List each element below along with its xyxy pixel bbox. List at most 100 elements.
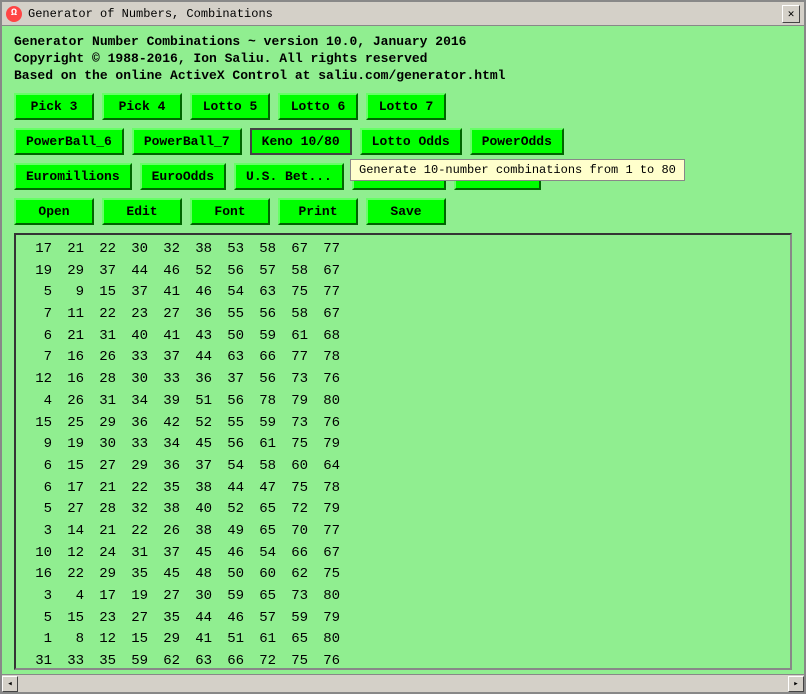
header-section: Generator Number Combinations ~ version … [2, 26, 804, 89]
lotto7-button[interactable]: Lotto 7 [366, 93, 446, 120]
powerball6-button[interactable]: PowerBall_6 [14, 128, 124, 155]
number-cell: 59 [280, 608, 312, 630]
number-cell: 38 [152, 499, 184, 521]
number-cell: 35 [152, 608, 184, 630]
number-cell: 57 [248, 608, 280, 630]
number-cell: 15 [56, 608, 88, 630]
number-cell: 58 [248, 456, 280, 478]
number-cell: 45 [184, 543, 216, 565]
pick3-button[interactable]: Pick 3 [14, 93, 94, 120]
number-cell: 54 [216, 456, 248, 478]
number-cell: 60 [280, 456, 312, 478]
number-cell: 31 [88, 391, 120, 413]
number-cell: 68 [312, 326, 344, 348]
font-button[interactable]: Font [190, 198, 270, 225]
number-cell: 22 [120, 521, 152, 543]
number-cell: 4 [24, 391, 56, 413]
save-button[interactable]: Save [366, 198, 446, 225]
powerball7-button[interactable]: PowerBall_7 [132, 128, 242, 155]
number-cell: 79 [312, 499, 344, 521]
number-cell: 78 [312, 347, 344, 369]
number-cell: 78 [248, 391, 280, 413]
number-cell: 41 [152, 282, 184, 304]
number-cell: 5 [24, 499, 56, 521]
button-row-1: Pick 3 Pick 4 Lotto 5 Lotto 6 Lotto 7 [2, 89, 804, 124]
edit-button[interactable]: Edit [102, 198, 182, 225]
scroll-right-button[interactable]: ▸ [788, 676, 804, 692]
number-cell: 37 [120, 282, 152, 304]
number-cell: 48 [184, 564, 216, 586]
table-row: 9193033344556617579 [24, 434, 782, 456]
number-cell: 80 [312, 391, 344, 413]
close-button[interactable]: ✕ [782, 5, 800, 23]
number-cell: 6 [24, 478, 56, 500]
lottoodds-button[interactable]: Lotto Odds [360, 128, 462, 155]
pick4-button[interactable]: Pick 4 [102, 93, 182, 120]
number-cell: 59 [248, 413, 280, 435]
number-cell: 22 [56, 564, 88, 586]
table-row: 15252936425255597376 [24, 413, 782, 435]
number-cell: 59 [216, 586, 248, 608]
number-cell: 54 [216, 282, 248, 304]
number-cell: 29 [152, 629, 184, 651]
number-cell: 27 [152, 304, 184, 326]
number-cell: 61 [248, 629, 280, 651]
number-cell: 23 [120, 304, 152, 326]
number-cell: 12 [88, 629, 120, 651]
number-cell: 72 [248, 651, 280, 668]
number-cell: 35 [152, 478, 184, 500]
number-cell: 16 [56, 369, 88, 391]
number-cell: 5 [24, 608, 56, 630]
table-row: 6152729363754586064 [24, 456, 782, 478]
scroll-left-button[interactable]: ◂ [2, 676, 18, 692]
table-row: 591537414654637577 [24, 282, 782, 304]
number-cell: 30 [184, 586, 216, 608]
euroodds-button[interactable]: EuroOdds [140, 163, 226, 190]
lotto5-button[interactable]: Lotto 5 [190, 93, 270, 120]
lotto6-button[interactable]: Lotto 6 [278, 93, 358, 120]
data-area[interactable]: 1721223032385358677719293744465256575867… [16, 235, 790, 668]
number-cell: 19 [120, 586, 152, 608]
number-cell: 66 [216, 651, 248, 668]
keno1080-button[interactable]: Keno 10/80 [250, 128, 352, 155]
number-cell: 67 [312, 543, 344, 565]
usbet-button[interactable]: U.S. Bet... [234, 163, 344, 190]
euromillions-button[interactable]: Euromillions [14, 163, 132, 190]
number-cell: 3 [24, 586, 56, 608]
number-cell: 78 [312, 478, 344, 500]
number-cell: 66 [248, 347, 280, 369]
horizontal-scrollbar[interactable]: ◂ ▸ [2, 674, 804, 692]
number-cell: 27 [56, 499, 88, 521]
number-cell: 31 [120, 543, 152, 565]
header-line1: Generator Number Combinations ~ version … [14, 34, 792, 49]
number-cell: 61 [280, 326, 312, 348]
number-cell: 44 [184, 608, 216, 630]
number-cell: 58 [280, 304, 312, 326]
powerodds-button[interactable]: PowerOdds [470, 128, 564, 155]
number-cell: 21 [56, 239, 88, 261]
number-cell: 32 [120, 499, 152, 521]
number-cell: 52 [184, 413, 216, 435]
number-cell: 67 [280, 239, 312, 261]
number-cell: 31 [24, 651, 56, 668]
number-cell: 16 [56, 347, 88, 369]
number-cell: 56 [248, 369, 280, 391]
number-cell: 29 [88, 413, 120, 435]
number-cell: 56 [216, 434, 248, 456]
print-button[interactable]: Print [278, 198, 358, 225]
h-scroll-track[interactable] [18, 676, 788, 692]
number-cell: 73 [280, 586, 312, 608]
number-cell: 27 [120, 608, 152, 630]
number-cell: 37 [152, 543, 184, 565]
open-button[interactable]: Open [14, 198, 94, 225]
number-cell: 31 [88, 326, 120, 348]
table-row: 6213140414350596168 [24, 326, 782, 348]
number-cell: 30 [120, 239, 152, 261]
number-cell: 27 [152, 586, 184, 608]
number-cell: 19 [56, 434, 88, 456]
number-cell: 46 [216, 543, 248, 565]
number-cell: 55 [216, 304, 248, 326]
number-cell: 15 [88, 282, 120, 304]
table-row: 341719273059657380 [24, 586, 782, 608]
number-cell: 22 [88, 304, 120, 326]
